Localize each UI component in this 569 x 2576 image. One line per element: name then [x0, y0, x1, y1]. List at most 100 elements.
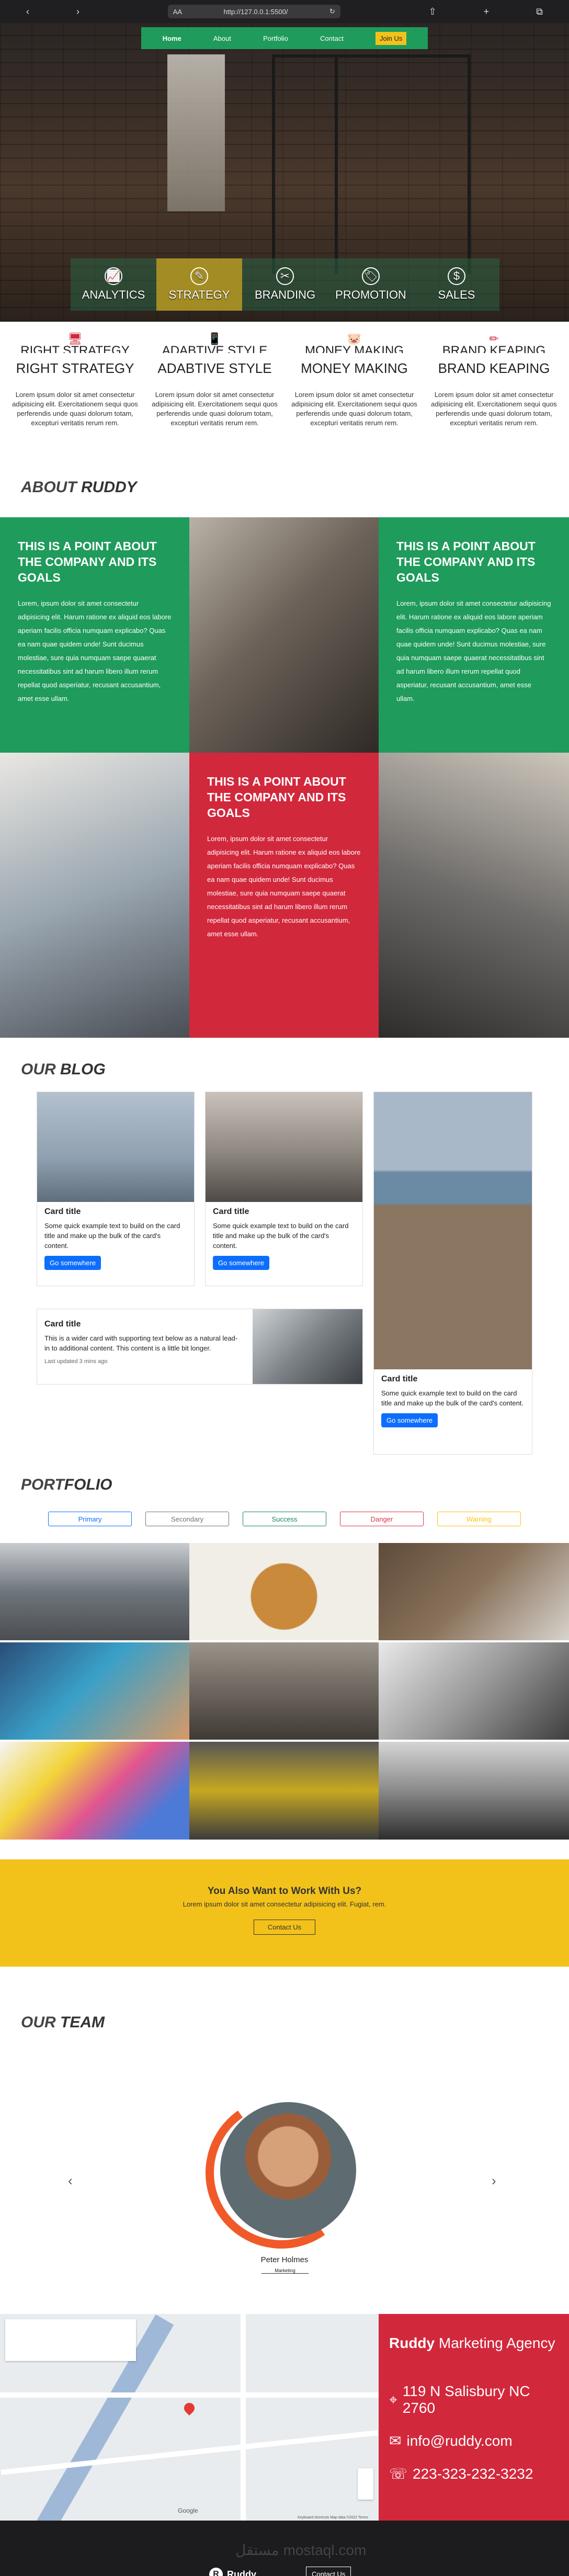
dollar-icon: $ — [448, 267, 465, 285]
contact-email[interactable]: ✉ info@ruddy.com — [389, 2432, 559, 2449]
team-title-a: OUR — [21, 2014, 60, 2031]
portfolio-image-beach[interactable] — [0, 1543, 189, 1640]
feature-analytics[interactable]: 📈 ANALYTICS — [71, 258, 156, 311]
address-text: 119 N Salisbury NC 2760 — [402, 2383, 530, 2416]
portfolio-image-croissant[interactable] — [189, 1543, 379, 1640]
filter-primary[interactable]: Primary — [48, 1512, 132, 1526]
footer: مستقل mostaql.com R Ruddy Contact Us — [0, 2521, 569, 2576]
go-somewhere-button[interactable]: Go somewhere — [44, 1256, 101, 1270]
about-photo-documents — [0, 753, 189, 1038]
pillar-title: BRAND KEAPING — [438, 360, 550, 376]
map-road — [1, 2430, 378, 2475]
pillar-ghost-title: RIGHT STRATEGY — [20, 344, 130, 353]
back-icon[interactable]: ‹ — [26, 6, 29, 17]
filter-success[interactable]: Success — [243, 1512, 326, 1526]
portfolio-image-card[interactable] — [0, 1642, 189, 1740]
pillar-ghost-title: ADABTIVE STYLE — [162, 344, 268, 353]
phone-icon: ☏ — [389, 2466, 408, 2482]
portfolio-image-train[interactable] — [189, 1742, 379, 1840]
reader-aa-button[interactable]: AA — [173, 8, 182, 16]
feature-strategy[interactable]: ✎ STRATEGY — [156, 258, 242, 311]
blog-title-a: OUR — [21, 1061, 60, 1078]
url-text: http://127.0.0.1:5500/ — [223, 7, 288, 16]
cta-text: Lorem ipsum dolor sit amet consectetur a… — [183, 1900, 386, 1908]
filter-danger[interactable]: Danger — [340, 1512, 424, 1526]
contact-brand: Ruddy — [389, 2335, 435, 2351]
nav-contact[interactable]: Contact — [320, 35, 344, 42]
portfolio-image-supplies[interactable] — [0, 1742, 189, 1840]
pillar-item: 🖥 RIGHT STRATEGY RIGHT STRATEGY Lorem ip… — [5, 332, 145, 479]
nav-home[interactable]: Home — [163, 35, 181, 42]
portfolio-image-baby[interactable] — [379, 1642, 569, 1740]
new-tab-icon[interactable]: + — [484, 6, 490, 17]
nav-about[interactable]: About — [213, 35, 231, 42]
about-title-a: ABOUT — [21, 479, 81, 496]
avatar-photo — [220, 2102, 356, 2238]
feature-label: STRATEGY — [168, 288, 230, 301]
join-us-button[interactable]: Join Us — [375, 31, 407, 45]
about-title: ABOUT RUDDY — [0, 479, 569, 496]
feature-label: SALES — [438, 288, 475, 301]
hero-section: Home About Portfolio Contact Join Us 📈 AN… — [0, 23, 569, 322]
pillar-title: ADABTIVE STYLE — [157, 360, 272, 376]
map-pin-icon[interactable] — [181, 2400, 197, 2416]
tile-heading: THIS IS A POINT ABOUT THE COMPANY AND IT… — [396, 539, 536, 584]
pillar-text: Lorem ipsum dolor sit amet consectetur a… — [431, 391, 557, 427]
team-member-role: Marketing — [261, 2268, 309, 2274]
reload-icon[interactable]: ↻ — [329, 7, 335, 16]
pillar-item: 📱 ADABTIVE STYLE ADABTIVE STYLE Lorem ip… — [145, 332, 284, 479]
card-updated: Last updated 3 mins ago — [44, 1358, 108, 1365]
footer-contact-button[interactable]: Contact Us — [306, 2567, 351, 2576]
blog-card: Card title Some quick example text to bui… — [37, 1092, 195, 1286]
address-bar[interactable]: AA http://127.0.0.1:5500/ ↻ — [167, 5, 340, 18]
tabs-icon[interactable]: ⧉ — [536, 6, 543, 17]
feature-promotion[interactable]: 🏷 PROMOTION — [328, 258, 414, 311]
chart-icon: 📈 — [105, 267, 122, 285]
map-embed[interactable]: Google Keyboard shortcuts Map data ©2022… — [0, 2314, 379, 2521]
carousel-prev-icon[interactable]: ‹ — [68, 2173, 73, 2189]
hero-rig-bar — [335, 54, 338, 274]
go-somewhere-button[interactable]: Go somewhere — [381, 1413, 438, 1427]
nav-portfolio[interactable]: Portfolio — [263, 35, 288, 42]
card-text: Some quick example text to build on the … — [44, 1222, 180, 1250]
feature-sales[interactable]: $ SALES — [414, 258, 499, 311]
feature-label: PROMOTION — [335, 288, 406, 301]
hero-window-image — [167, 54, 225, 211]
team-title: OUR TEAM — [0, 2014, 569, 2032]
tile-text: Lorem, ipsum dolor sit amet consectetur … — [207, 835, 361, 938]
zoom-controls[interactable] — [358, 2468, 373, 2500]
feature-branding[interactable]: ✂ BRANDING — [242, 258, 328, 311]
footer-logo[interactable]: R Ruddy — [209, 2568, 256, 2576]
contact-tagline: Marketing Agency — [438, 2335, 555, 2351]
contact-section: Google Keyboard shortcuts Map data ©2022… — [0, 2314, 569, 2521]
portfolio-image-desk[interactable] — [379, 1543, 569, 1640]
pillar-item: 🐷 MONEY MAKING MONEY MAKING Lorem ipsum … — [284, 332, 424, 479]
cta-contact-button[interactable]: Contact Us — [253, 1920, 316, 1935]
filter-warning[interactable]: Warning — [437, 1512, 521, 1526]
blog-card: Card title Some quick example text to bui… — [373, 1092, 532, 1455]
pillar-item: ✏ BRAND KEAPING BRAND KEAPING Lorem ipsu… — [424, 332, 564, 479]
card-text: This is a wider card with supporting tex… — [44, 1334, 238, 1352]
portfolio-title-b: FOLIO — [64, 1476, 112, 1493]
tag-icon: 🏷 — [362, 267, 380, 285]
card-text: Some quick example text to build on the … — [213, 1222, 349, 1250]
carousel-next-icon[interactable]: › — [492, 2173, 496, 2189]
portfolio-filters: Primary Secondary Success Danger Warning — [0, 1512, 569, 1526]
team-member-name: Peter Holmes — [260, 2255, 309, 2264]
browser-toolbar: ‹ › AA http://127.0.0.1:5500/ ↻ ⇧ + ⧉ — [0, 0, 569, 23]
portfolio-title: PORTFOLIO — [0, 1476, 569, 1494]
pillar-text: Lorem ipsum dolor sit amet consectetur a… — [291, 391, 417, 427]
filter-secondary[interactable]: Secondary — [145, 1512, 229, 1526]
cta-section: You Also Want to Work With Us? Lorem ips… — [0, 1859, 569, 1967]
brain-icon: ✎ — [190, 267, 208, 285]
forward-icon[interactable]: › — [76, 6, 79, 17]
share-icon[interactable]: ⇧ — [429, 6, 437, 17]
contact-phone[interactable]: ☏ 223-323-232-3232 — [389, 2465, 559, 2482]
portfolio-image-office[interactable] — [379, 1742, 569, 1840]
blog-section: Card title Some quick example text to bui… — [0, 1079, 569, 1466]
tile-heading: THIS IS A POINT ABOUT THE COMPANY AND IT… — [207, 775, 346, 820]
pillar-text: Lorem ipsum dolor sit amet consectetur a… — [12, 391, 138, 427]
portfolio-image-market[interactable] — [189, 1642, 379, 1740]
contact-info: Ruddy Marketing Agency ⌖ 119 N Salisbury … — [379, 2314, 569, 2521]
go-somewhere-button[interactable]: Go somewhere — [213, 1256, 270, 1270]
